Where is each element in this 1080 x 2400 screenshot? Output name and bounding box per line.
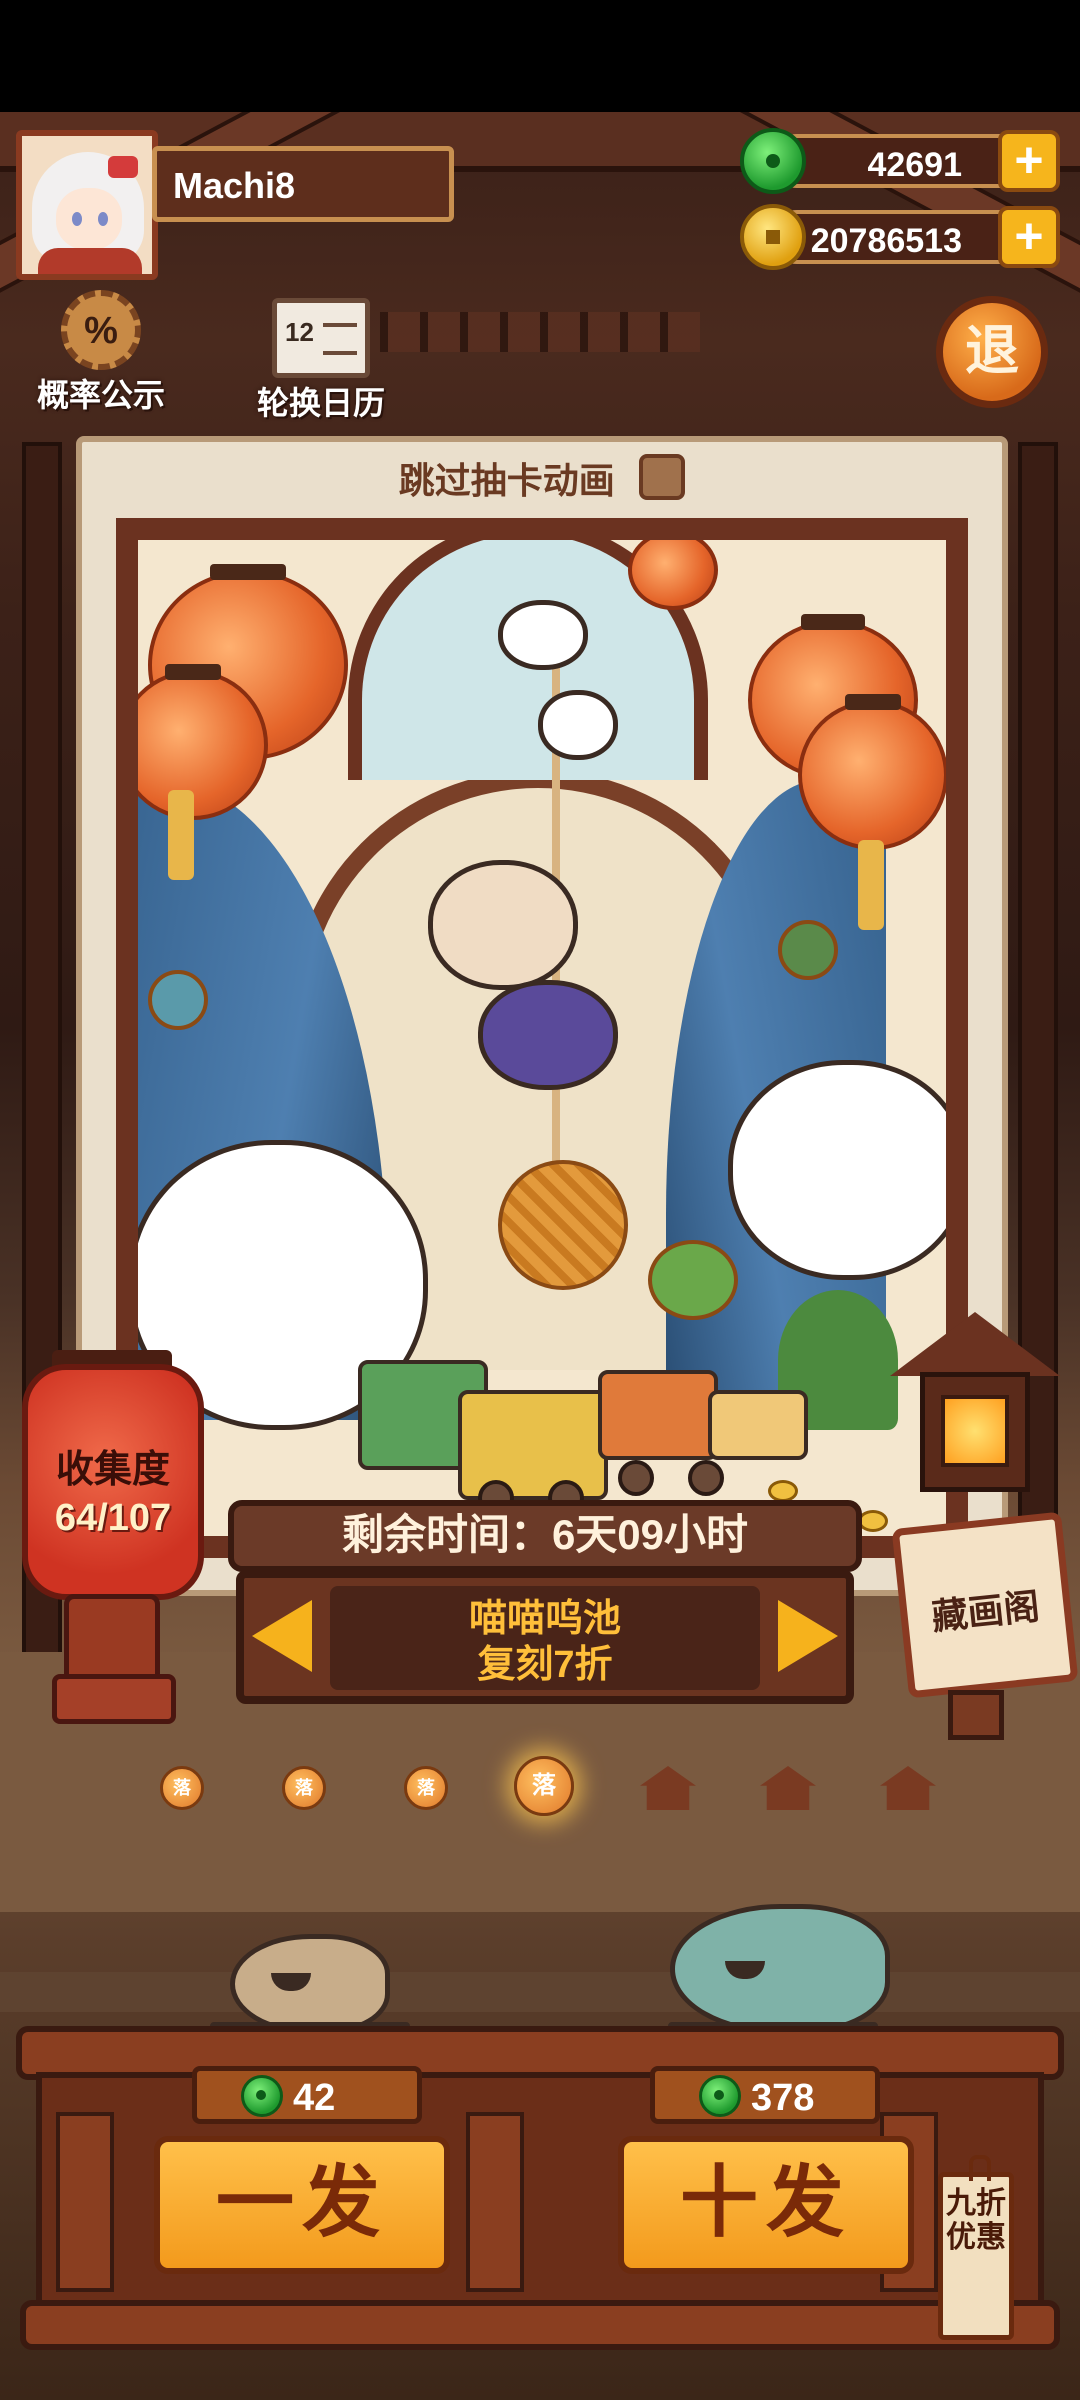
pavilion-lamp (920, 1372, 1030, 1492)
collection-value: 64/107 (54, 1497, 172, 1539)
add-gold-button[interactable]: + (998, 206, 1060, 268)
jade-count: 42691 (867, 146, 962, 184)
pool-subtitle: 复刻7折 (477, 1644, 613, 1686)
house-icon (760, 1766, 816, 1810)
cat-climbing (538, 690, 618, 760)
gold-coin-icon (740, 204, 806, 270)
gallery-label: 藏画阁 (929, 1585, 1042, 1638)
gold-count: 20786513 (810, 222, 962, 260)
add-jade-button[interactable]: + (998, 130, 1060, 192)
cat-top-window (498, 600, 588, 670)
skip-animation-checkbox[interactable] (639, 454, 686, 500)
single-pull-cost-value: 42 (293, 2077, 336, 2119)
pool-indicator-house[interactable] (760, 1766, 816, 1810)
jade-icon (241, 2075, 283, 2117)
cat-calico (728, 1060, 946, 1280)
gold-resource-bar: 20786513 + (740, 204, 1060, 270)
pool-indicator-lantern[interactable]: 落 (404, 1766, 448, 1810)
lantern-decoration (798, 694, 946, 850)
gallery-button[interactable]: 藏画阁 (891, 1511, 1079, 1699)
exit-button[interactable]: 退 (936, 296, 1048, 408)
lantern-decoration (628, 540, 718, 610)
ten-pull-cost-value: 378 (751, 2077, 815, 2119)
pool-name: 喵喵呜池 (468, 1598, 621, 1640)
house-icon (640, 1766, 696, 1810)
calendar-icon: 12 (272, 298, 370, 378)
remaining-time: 剩余时间：6天09小时 (228, 1500, 862, 1572)
single-pull-cost: 42 (192, 2066, 422, 2124)
skip-animation-row[interactable]: 跳过抽卡动画 (82, 442, 1002, 506)
pool-switcher: 喵喵呜池 复刻7折 (236, 1570, 854, 1704)
jade-icon (740, 128, 806, 194)
pool-indicator-lantern[interactable]: 落 (282, 1766, 326, 1810)
pool-illustration (116, 518, 968, 1558)
jade-icon (699, 2075, 741, 2117)
pool-indicator-lantern-active[interactable]: 落 (514, 1756, 574, 1816)
pillar-right (1018, 442, 1058, 1692)
pool-indicator-house[interactable] (640, 1766, 696, 1810)
pool-indicator-lantern[interactable]: 落 (160, 1766, 204, 1810)
collection-label: 收集度 (55, 1449, 170, 1491)
roof-lattice (380, 312, 700, 352)
probability-label: 概率公示 (36, 377, 165, 413)
ten-pull-cost: 378 (650, 2066, 880, 2124)
collection-progress[interactable]: 收集度 64/107 (22, 1364, 204, 1600)
house-icon (880, 1766, 936, 1810)
card-frame: 跳过抽卡动画 (76, 436, 1008, 1596)
yarn-ball (498, 1160, 628, 1290)
cat-purple-robe (428, 860, 578, 990)
fish-mascot-single (230, 1934, 390, 2034)
rotation-calendar-label: 轮换日历 (256, 385, 385, 421)
status-bar (0, 0, 1080, 112)
fish-mascot-ten (670, 1904, 890, 2034)
single-pull-button[interactable]: 一发 (154, 2136, 450, 2274)
discount-tag: 九折优惠 (938, 2155, 1014, 2340)
probability-button[interactable]: % 概率公示 (26, 290, 176, 416)
skip-animation-label: 跳过抽卡动画 (398, 460, 615, 501)
next-pool-arrow-icon[interactable] (778, 1600, 838, 1672)
player-avatar[interactable] (16, 130, 158, 280)
percent-gear-icon: % (61, 290, 141, 370)
player-name: Machi8 (173, 165, 296, 206)
rotation-calendar-button[interactable]: 12 轮换日历 (246, 298, 396, 424)
pool-indicator-house[interactable] (880, 1766, 936, 1810)
ten-pull-button[interactable]: 十发 (618, 2136, 914, 2274)
player-name-plate: Machi8 (152, 146, 454, 222)
floor-shade (0, 1972, 1080, 2012)
jade-resource-bar: 42691 + (740, 128, 1060, 194)
previous-pool-arrow-icon[interactable] (252, 1600, 312, 1672)
pool-info: 喵喵呜池 复刻7折 (330, 1586, 760, 1690)
